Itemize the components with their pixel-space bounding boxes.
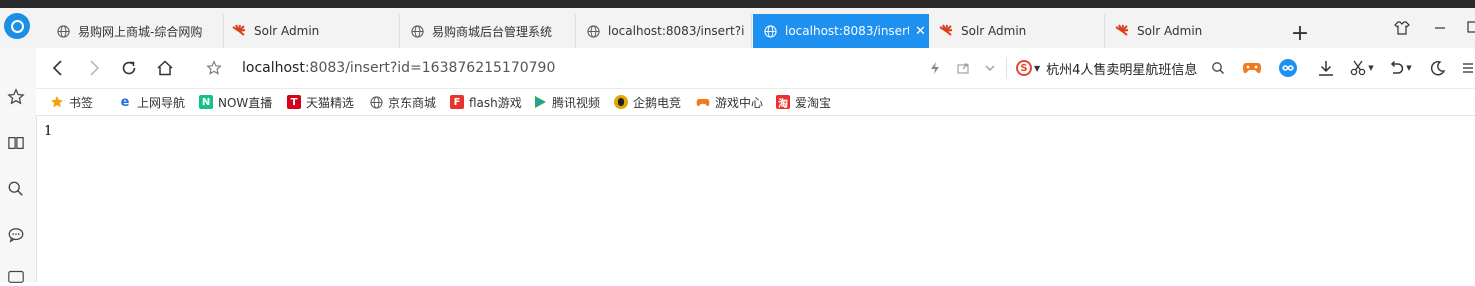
- tab-3[interactable]: localhost:8083/insert?i: [576, 14, 752, 48]
- tab-6[interactable]: Solr Admin: [1105, 14, 1281, 48]
- tab-5[interactable]: Solr Admin: [929, 14, 1105, 48]
- bookmark-star-icon[interactable]: [204, 58, 224, 78]
- lightning-icon[interactable]: [925, 58, 945, 78]
- address-path: :8083/insert?id=163876215170790: [304, 60, 556, 76]
- bookmark-item[interactable]: 淘 爱淘宝: [776, 93, 831, 111]
- sogou-search-icon[interactable]: S: [1016, 60, 1032, 76]
- infinity-app-icon[interactable]: [1278, 58, 1298, 78]
- now-icon: N: [199, 95, 213, 109]
- bookmark-item[interactable]: N NOW直播: [199, 93, 272, 111]
- bookmark-label: 书签: [69, 95, 94, 110]
- bookmark-label: 京东商城: [388, 95, 437, 110]
- bookmark-item[interactable]: e 上网导航: [118, 93, 185, 111]
- forward-arrow-icon[interactable]: [84, 58, 104, 78]
- tab-4-active[interactable]: localhost:8083/insert ✕: [753, 14, 929, 48]
- tab-2[interactable]: 易购商城后台管理系统: [400, 14, 576, 48]
- bookmark-item[interactable]: 企鹅电竞: [614, 93, 681, 111]
- search-query: 杭州4人售卖明星航班信息: [1046, 62, 1198, 78]
- chat-bubble-icon[interactable]: [6, 225, 26, 245]
- undo-icon[interactable]: [1386, 58, 1406, 78]
- home-icon[interactable]: [155, 58, 175, 78]
- globe-icon: [369, 95, 383, 109]
- solr-icon: [1115, 24, 1129, 38]
- tab-title: Solr Admin: [961, 24, 1027, 38]
- tab-title: localhost:8083/insert: [785, 24, 909, 38]
- divider: [1006, 57, 1007, 79]
- game-controller-icon[interactable]: [1242, 58, 1262, 78]
- flash-icon: F: [450, 95, 464, 109]
- globe-icon: [763, 24, 777, 38]
- maximize-icon[interactable]: [1458, 20, 1475, 40]
- chevron-down-icon[interactable]: ▼: [1404, 58, 1414, 78]
- minimize-icon[interactable]: [1430, 20, 1450, 40]
- tab-title: 易购网上商城-综合网购: [78, 24, 203, 39]
- ie-icon: e: [120, 94, 130, 110]
- bookmark-label: 游戏中心: [715, 95, 764, 110]
- page-body-text: 1: [44, 124, 53, 139]
- bookmark-label: flash游戏: [469, 95, 522, 110]
- tmall-icon: T: [287, 95, 301, 109]
- new-tab-plus-icon[interactable]: +: [1290, 23, 1310, 45]
- search-box[interactable]: S ▼ 杭州4人售卖明星航班信息: [1016, 57, 1226, 79]
- sidebar: [0, 48, 37, 282]
- gamepad-icon: [696, 95, 710, 109]
- search-icon[interactable]: [1208, 58, 1228, 78]
- bookmark-item[interactable]: F flash游戏: [450, 93, 522, 111]
- share-icon[interactable]: [953, 58, 973, 78]
- taobao-icon: 淘: [776, 95, 790, 110]
- sidebar-bottom-icon[interactable]: [6, 266, 26, 286]
- address-bar[interactable]: localhost:8083/insert?id=163876215170790: [242, 60, 555, 76]
- tab-title: Solr Admin: [1137, 24, 1203, 38]
- window-top-strip: [0, 0, 1475, 8]
- search-icon[interactable]: [6, 179, 26, 199]
- address-host: localhost: [242, 60, 305, 76]
- bookmark-label: NOW直播: [218, 95, 273, 110]
- globe-icon: [586, 24, 600, 38]
- chevron-down-icon[interactable]: ▼: [1366, 58, 1376, 78]
- tab-title: 易购商城后台管理系统: [432, 24, 553, 39]
- menu-icon[interactable]: [1460, 58, 1474, 78]
- bookmark-item[interactable]: T 天猫精选: [287, 93, 354, 111]
- solr-icon: [939, 24, 953, 38]
- solr-icon: [232, 24, 246, 38]
- tab-1[interactable]: Solr Admin: [224, 14, 400, 48]
- tab-title: localhost:8083/insert?i: [608, 24, 745, 38]
- globe-icon: [410, 24, 424, 38]
- penguin-icon: [614, 95, 628, 109]
- video-play-icon: [533, 95, 547, 109]
- close-tab-icon[interactable]: ✕: [915, 24, 926, 39]
- favorites-star-icon[interactable]: [6, 87, 26, 107]
- reload-icon[interactable]: [119, 58, 139, 78]
- tab-title: Solr Admin: [254, 24, 320, 38]
- tab-0[interactable]: 易购网上商城-综合网购: [48, 14, 224, 48]
- bookmark-item[interactable]: 腾讯视频: [533, 93, 600, 111]
- reading-book-icon[interactable]: [6, 133, 26, 153]
- bookmark-item[interactable]: 京东商城: [369, 93, 436, 111]
- scissors-icon[interactable]: [1348, 58, 1368, 78]
- shirt-skin-icon[interactable]: [1392, 20, 1412, 40]
- chevron-down-icon[interactable]: [980, 58, 1000, 78]
- bookmark-label: 天猫精选: [306, 95, 355, 110]
- night-mode-moon-icon[interactable]: [1428, 58, 1448, 78]
- download-icon[interactable]: [1316, 58, 1336, 78]
- star-icon: [50, 95, 64, 109]
- browser-logo-icon[interactable]: [4, 13, 30, 39]
- bookmark-label: 企鹅电竞: [633, 95, 682, 110]
- bookmark-label: 爱淘宝: [795, 95, 832, 110]
- bookmark-item[interactable]: 游戏中心: [696, 93, 763, 111]
- bookmark-item[interactable]: 书签: [50, 93, 93, 111]
- globe-icon: [56, 24, 70, 38]
- bookmark-label: 上网导航: [137, 95, 186, 110]
- back-arrow-icon[interactable]: [48, 58, 68, 78]
- bookmark-label: 腾讯视频: [552, 95, 601, 110]
- chevron-down-icon[interactable]: ▼: [1034, 64, 1040, 73]
